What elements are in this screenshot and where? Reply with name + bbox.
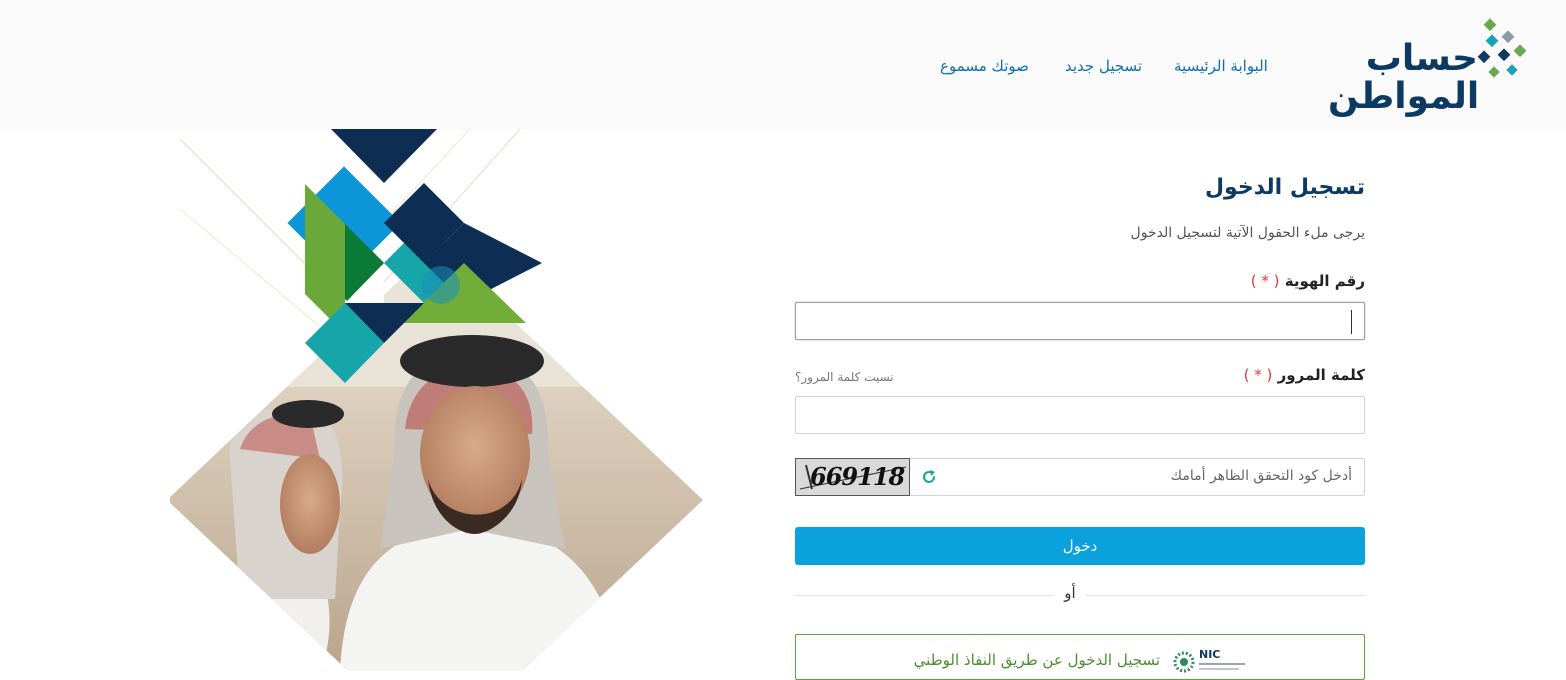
nafath-login-button[interactable]: تسجيل الدخول عن طريق النفاذ الوطني NIC [795, 634, 1365, 680]
id-label-text: رقم الهوية [1284, 272, 1365, 290]
nafath-login-label: تسجيل الدخول عن طريق النفاذ الوطني [913, 651, 1160, 669]
captcha-input[interactable]: أدخل كود التحقق الظاهر أمامك [909, 458, 1365, 496]
id-number-input[interactable] [795, 302, 1365, 340]
captcha-placeholder: أدخل كود التحقق الظاهر أمامك [1170, 468, 1352, 484]
site-header: حساب المواطن البوابة الرئيسية تسجيل جديد… [0, 0, 1566, 129]
forgot-password-link[interactable]: نسيت كلمة المرور؟ [795, 370, 894, 384]
hero-artwork [170, 129, 730, 671]
password-label: كلمة المرور ( * ) [1244, 366, 1365, 384]
required-mark: ( * ) [1243, 366, 1273, 384]
nic-logo-text: NIC [1199, 648, 1221, 661]
refresh-icon[interactable] [920, 468, 938, 486]
password-input[interactable] [795, 396, 1365, 434]
nic-logo: NIC [1172, 648, 1248, 676]
captcha-row: أدخل كود التحقق الظاهر أمامك 669118 [795, 458, 1365, 496]
hero-illustration [170, 129, 703, 671]
nic-emblem-icon [1173, 651, 1195, 673]
password-label-text: كلمة المرور [1277, 366, 1365, 384]
id-label: رقم الهوية ( * ) [1251, 272, 1365, 290]
nav-home-link[interactable]: البوابة الرئيسية [1174, 56, 1268, 76]
page-title: تسجيل الدخول [1204, 175, 1365, 200]
captcha-code: 669118 [810, 462, 905, 491]
or-separator: أو [1054, 584, 1086, 602]
nav-voice-link[interactable]: صوتك مسموع [940, 56, 1029, 76]
logo-text-line1: حساب [1365, 38, 1478, 79]
text-caret [1351, 310, 1352, 334]
login-button[interactable]: دخول [795, 527, 1365, 565]
nic-logo-subline [1199, 668, 1239, 670]
required-mark: ( * ) [1250, 272, 1280, 290]
nic-logo-subline [1199, 663, 1245, 665]
nav-register-link[interactable]: تسجيل جديد [1065, 56, 1142, 76]
citizen-account-logo[interactable]: حساب المواطن [1328, 18, 1530, 116]
captcha-image: 669118 [795, 458, 910, 496]
logo-text-line2: المواطن [1328, 76, 1480, 117]
login-form: تسجيل الدخول يرجى ملء الحقول الآتية لتسج… [795, 129, 1365, 680]
form-instructions: يرجى ملء الحقول الآتية لتسجيل الدخول [1130, 225, 1365, 241]
